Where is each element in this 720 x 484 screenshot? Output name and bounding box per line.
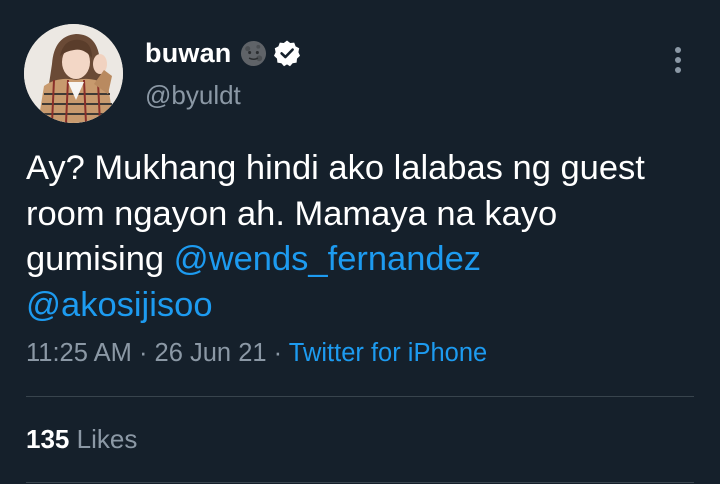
tweet-source-link[interactable]: Twitter for iPhone bbox=[289, 339, 487, 367]
likes-count: 135 bbox=[26, 424, 70, 454]
tweet-text-line: Ay? Mukhang hindi ako lalabas ng guest bbox=[26, 149, 645, 187]
tweet-text-line: gumising @wends_fernandez bbox=[26, 237, 706, 283]
tweet-date[interactable]: 26 Jun 21 bbox=[155, 339, 267, 367]
more-vertical-icon[interactable] bbox=[664, 44, 692, 76]
tweet-text-line: room ngayon ah. Mamaya na kayo bbox=[26, 194, 558, 233]
verified-badge-icon bbox=[273, 40, 300, 67]
likes-stat[interactable]: 135 Likes bbox=[26, 424, 137, 455]
tweet-text-fragment: gumising bbox=[26, 240, 165, 278]
user-handle[interactable]: @byuldt bbox=[145, 80, 241, 111]
mention-link-akosijisoo[interactable]: @akosijisoo bbox=[26, 286, 213, 324]
likes-label: Likes bbox=[76, 424, 138, 454]
tweet-detail: buwan @byuldt Ay? Mukhang hindi ako lala… bbox=[0, 0, 720, 484]
avatar-photo bbox=[24, 24, 123, 123]
display-name[interactable]: buwan bbox=[145, 38, 232, 69]
tweet-meta: 11:25 AM · 26 Jun 21 · Twitter for iPhon… bbox=[26, 339, 487, 368]
meta-separator: · bbox=[138, 339, 148, 367]
meta-separator: · bbox=[273, 339, 283, 367]
mention-link-wends-fernandez[interactable]: @wends_fernandez bbox=[174, 240, 481, 278]
tweet-text-line: @akosijisoo bbox=[26, 283, 706, 329]
tweet-time[interactable]: 11:25 AM bbox=[26, 339, 132, 367]
divider bbox=[26, 396, 694, 397]
new-moon-face-emoji-icon bbox=[240, 40, 266, 66]
user-name-row[interactable]: buwan bbox=[145, 36, 301, 70]
tweet-text: Ay? Mukhang hindi ako lalabas ng guest r… bbox=[26, 146, 706, 328]
avatar[interactable] bbox=[24, 24, 123, 123]
divider bbox=[26, 482, 694, 483]
